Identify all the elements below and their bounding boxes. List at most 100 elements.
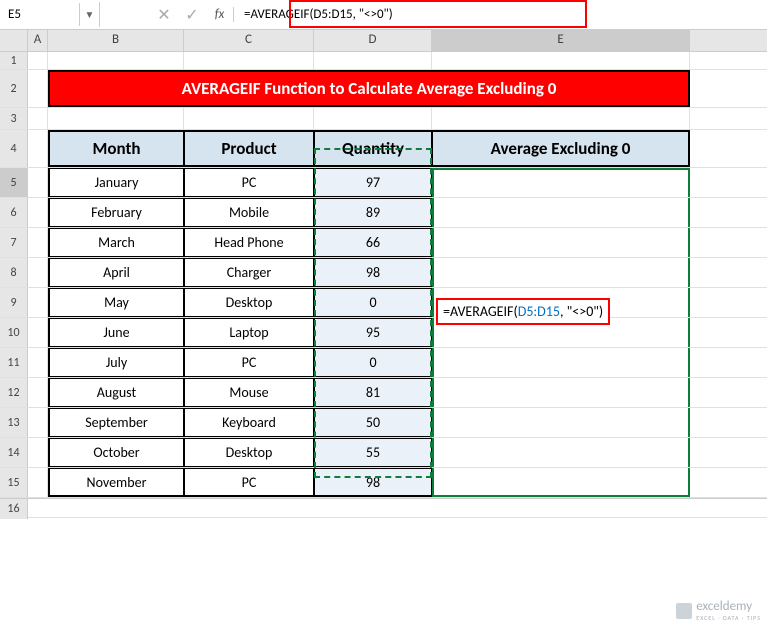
cell-E1[interactable] xyxy=(432,52,690,69)
cell-A13[interactable] xyxy=(28,408,48,437)
col-header-D[interactable]: D xyxy=(314,30,432,51)
cell-E6[interactable] xyxy=(432,198,690,227)
cell-D10[interactable]: 95 xyxy=(314,318,432,347)
cell-A8[interactable] xyxy=(28,258,48,287)
row-header-12[interactable]: 12 xyxy=(0,378,28,407)
cell-D7[interactable]: 66 xyxy=(314,228,432,257)
cell-A6[interactable] xyxy=(28,198,48,227)
cell-C9[interactable]: Desktop xyxy=(184,288,314,317)
cell-B1[interactable] xyxy=(48,52,184,69)
cell-B11[interactable]: July xyxy=(48,348,184,377)
cell-B5[interactable]: January xyxy=(48,168,184,197)
cell-C11[interactable]: PC xyxy=(184,348,314,377)
cell-A15[interactable] xyxy=(28,468,48,497)
cell-B9[interactable]: May xyxy=(48,288,184,317)
header-product[interactable]: Product xyxy=(184,130,314,167)
header-quantity[interactable]: Quantity xyxy=(314,130,432,167)
cell-C14[interactable]: Desktop xyxy=(184,438,314,467)
cell-B14[interactable]: October xyxy=(48,438,184,467)
col-header-A[interactable]: A xyxy=(28,30,48,51)
header-average[interactable]: Average Excluding 0 xyxy=(432,130,690,167)
cell-A11[interactable] xyxy=(28,348,48,377)
fx-icon[interactable]: fx xyxy=(206,7,234,22)
cell-D13[interactable]: 50 xyxy=(314,408,432,437)
header-month[interactable]: Month xyxy=(48,130,184,167)
row-header-4[interactable]: 4 xyxy=(0,130,28,167)
row-header-1[interactable]: 1 xyxy=(0,52,28,69)
cell-B10[interactable]: June xyxy=(48,318,184,347)
cell-C15[interactable]: PC xyxy=(184,468,314,497)
cell-B15[interactable]: November xyxy=(48,468,184,497)
cell-E14[interactable] xyxy=(432,438,690,467)
cell-E8[interactable] xyxy=(432,258,690,287)
col-header-C[interactable]: C xyxy=(184,30,314,51)
col-header-E[interactable]: E xyxy=(432,30,690,51)
cell-A14[interactable] xyxy=(28,438,48,467)
row-header-6[interactable]: 6 xyxy=(0,198,28,227)
cell-E3[interactable] xyxy=(432,108,690,129)
cell-D1[interactable] xyxy=(314,52,432,69)
cell-D8[interactable]: 98 xyxy=(314,258,432,287)
row-header-13[interactable]: 13 xyxy=(0,408,28,437)
title-cell[interactable]: AVERAGEIF Function to Calculate Average … xyxy=(48,70,690,107)
cell-C6[interactable]: Mobile xyxy=(184,198,314,227)
row-header-7[interactable]: 7 xyxy=(0,228,28,257)
cell-A7[interactable] xyxy=(28,228,48,257)
cell-A1[interactable] xyxy=(28,52,48,69)
row-header-14[interactable]: 14 xyxy=(0,438,28,467)
cell-E5[interactable] xyxy=(432,168,690,197)
cell-E13[interactable] xyxy=(432,408,690,437)
cell-A5[interactable] xyxy=(28,168,48,197)
row-header-15[interactable]: 15 xyxy=(0,468,28,497)
cell-A10[interactable] xyxy=(28,318,48,347)
cell-A9[interactable] xyxy=(28,288,48,317)
name-box[interactable]: E5 xyxy=(0,3,80,26)
formula-bar[interactable]: =AVERAGEIF(D5:D15, "<>0") xyxy=(234,3,767,26)
cell-A4[interactable] xyxy=(28,130,48,167)
cell-D12[interactable]: 81 xyxy=(314,378,432,407)
cell-C7[interactable]: Head Phone xyxy=(184,228,314,257)
cell-C3[interactable] xyxy=(184,108,314,129)
cell-B13[interactable]: September xyxy=(48,408,184,437)
cell-C8[interactable]: Charger xyxy=(184,258,314,287)
cell-A2[interactable] xyxy=(28,70,48,107)
row-header-10[interactable]: 10 xyxy=(0,318,28,347)
row-header-11[interactable]: 11 xyxy=(0,348,28,377)
cell-D5[interactable]: 97 xyxy=(314,168,432,197)
cell-C10[interactable]: Laptop xyxy=(184,318,314,347)
row-header-8[interactable]: 8 xyxy=(0,258,28,287)
name-box-dropdown[interactable]: ▼ xyxy=(80,2,100,27)
cancel-icon[interactable] xyxy=(150,5,178,25)
row-header-9[interactable]: 9 xyxy=(0,288,28,317)
cell-C13[interactable]: Keyboard xyxy=(184,408,314,437)
col-header-B[interactable]: B xyxy=(48,30,184,51)
row-header-5[interactable]: 5 xyxy=(0,168,28,197)
cell-C5[interactable]: PC xyxy=(184,168,314,197)
cell-D11[interactable]: 0 xyxy=(314,348,432,377)
cell-E7[interactable] xyxy=(432,228,690,257)
cell-B7[interactable]: March xyxy=(48,228,184,257)
cell-D6[interactable]: 89 xyxy=(314,198,432,227)
cell-D9[interactable]: 0 xyxy=(314,288,432,317)
cell-E11[interactable] xyxy=(432,348,690,377)
cell-E12[interactable] xyxy=(432,378,690,407)
enter-icon[interactable] xyxy=(178,5,206,25)
cell-A3[interactable] xyxy=(28,108,48,129)
cell-E15[interactable] xyxy=(432,468,690,497)
formula-overlay-cell[interactable]: =AVERAGEIF(D5:D15, "<>0") xyxy=(436,298,610,325)
row-15: 15 NovemberPC98 xyxy=(0,468,767,498)
cell-B8[interactable]: April xyxy=(48,258,184,287)
row-header-16[interactable]: 16 xyxy=(0,499,28,519)
cell-D15[interactable]: 98 xyxy=(314,468,432,497)
cell-D14[interactable]: 55 xyxy=(314,438,432,467)
cell-B3[interactable] xyxy=(48,108,184,129)
cell-D3[interactable] xyxy=(314,108,432,129)
select-all-corner[interactable] xyxy=(0,30,28,51)
cell-C1[interactable] xyxy=(184,52,314,69)
cell-B12[interactable]: August xyxy=(48,378,184,407)
row-header-3[interactable]: 3 xyxy=(0,108,28,129)
row-header-2[interactable]: 2 xyxy=(0,70,28,107)
cell-B6[interactable]: February xyxy=(48,198,184,227)
cell-A12[interactable] xyxy=(28,378,48,407)
cell-C12[interactable]: Mouse xyxy=(184,378,314,407)
